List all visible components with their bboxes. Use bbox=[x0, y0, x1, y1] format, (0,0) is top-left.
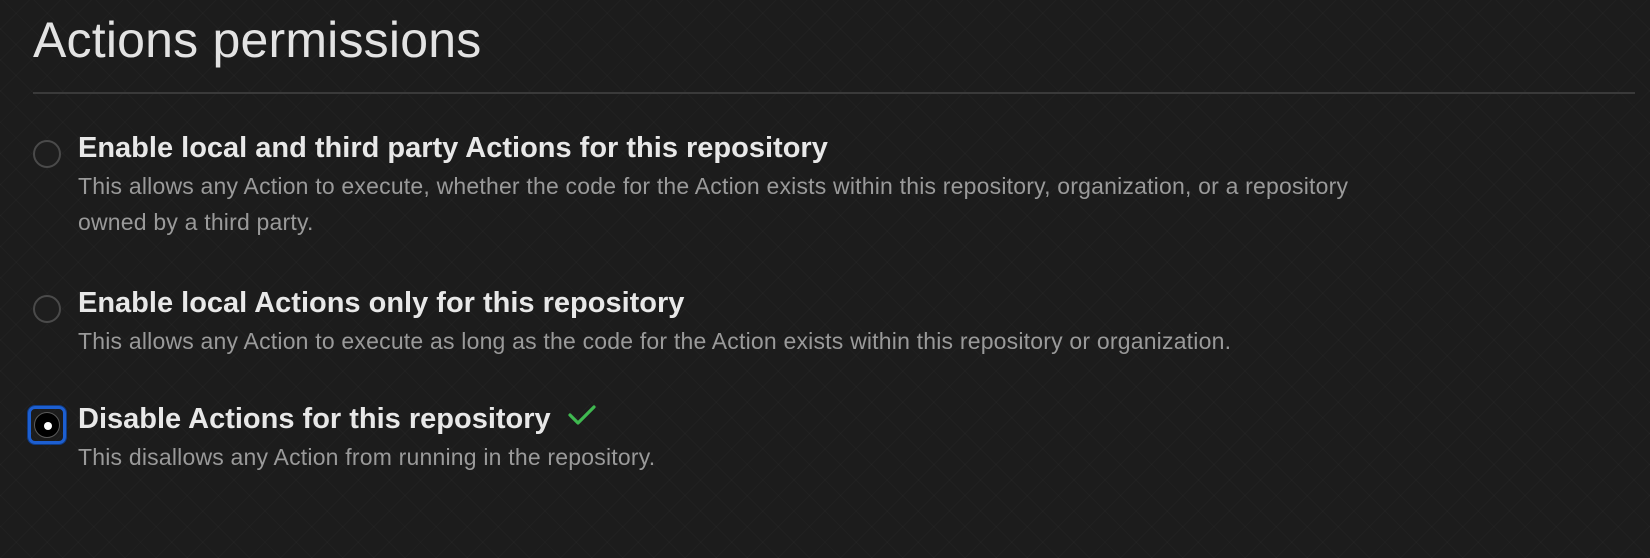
option-description-line: owned by a third party. bbox=[78, 209, 314, 235]
radio-selected-dot bbox=[44, 422, 52, 430]
radio-disable-actions[interactable] bbox=[28, 406, 66, 444]
check-icon bbox=[567, 400, 597, 436]
radio-inner bbox=[34, 412, 60, 438]
option-label[interactable]: Disable Actions for this repository bbox=[78, 403, 551, 435]
title-divider bbox=[33, 92, 1635, 94]
option-description-line: This allows any Action to execute, wheth… bbox=[78, 173, 1349, 199]
option-enable-local-only: Enable local Actions only for this repos… bbox=[33, 287, 1633, 371]
option-label[interactable]: Enable local Actions only for this repos… bbox=[78, 285, 684, 321]
option-label[interactable]: Enable local and third party Actions for… bbox=[78, 130, 828, 166]
radio-enable-local-only[interactable] bbox=[33, 295, 61, 323]
actions-permissions-panel: Actions permissions Enable local and thi… bbox=[0, 0, 1650, 558]
option-label-row[interactable]: Disable Actions for this repository bbox=[78, 401, 597, 438]
radio-enable-local-and-third-party[interactable] bbox=[33, 140, 61, 168]
option-description-line: This allows any Action to execute as lon… bbox=[78, 328, 1232, 354]
option-description-line: This disallows any Action from running i… bbox=[78, 444, 656, 470]
page-title: Actions permissions bbox=[33, 12, 482, 68]
option-disable-actions: Disable Actions for this repository This… bbox=[28, 403, 1633, 487]
option-enable-local-and-third-party: Enable local and third party Actions for… bbox=[33, 132, 1633, 246]
